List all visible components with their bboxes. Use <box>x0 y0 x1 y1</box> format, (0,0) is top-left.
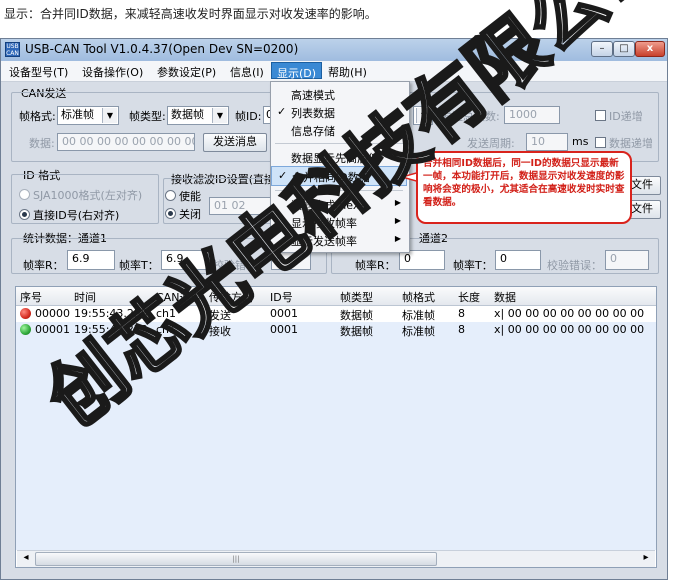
filter-close-radio[interactable] <box>165 208 176 219</box>
send-data-input[interactable]: 00 00 00 00 00 00 00 00 <box>57 133 195 151</box>
stats1-rate-r-value: 6.9 <box>67 250 115 270</box>
sja1000-format-label: SJA1000格式(左对齐) <box>33 189 143 202</box>
send-period-unit: ms <box>572 135 589 148</box>
menu-display[interactable]: 显示(D) <box>271 62 323 80</box>
cell-frame-format: 标准帧 <box>402 309 435 322</box>
id-increment-label: ID递增 <box>609 110 643 123</box>
cell-frame-format: 标准帧 <box>402 325 435 338</box>
send-period-input[interactable]: 10 <box>526 133 568 151</box>
stats1-rate-r-label: 帧率R： <box>23 259 64 272</box>
stats2-rate-t-label: 帧率T： <box>453 259 493 272</box>
col-length[interactable]: 长度 <box>458 289 480 305</box>
maximize-button[interactable]: □ <box>613 41 635 57</box>
direct-id-label: 直接ID号(右对齐) <box>33 209 120 222</box>
menu-params[interactable]: 参数设定(P) <box>157 64 216 80</box>
menu-option-label: 高速模式 <box>291 89 335 102</box>
filter-enable-label: 使能 <box>179 190 201 203</box>
direct-id-radio[interactable] <box>19 209 30 220</box>
cell-id: 0001 <box>270 323 298 336</box>
window-title: USB-CAN Tool V1.0.4.37(Open Dev SN=0200) <box>25 42 299 56</box>
stats2-rate-r-value: 0 <box>399 250 445 270</box>
scroll-left-icon[interactable]: ◂ <box>19 552 33 565</box>
menu-info[interactable]: 信息(I) <box>230 64 264 80</box>
check-icon: ✓ <box>277 105 287 118</box>
scroll-thumb[interactable]: ||| <box>35 552 437 566</box>
data-label: 数据: <box>29 137 55 150</box>
data-increment-label: 数据递增 <box>609 137 653 150</box>
frame-format-select[interactable]: 标准帧 ▼ <box>57 106 119 125</box>
scroll-right-icon[interactable]: ▸ <box>639 552 653 565</box>
sja1000-format-radio[interactable] <box>19 189 30 200</box>
receive-status-icon <box>20 324 31 335</box>
cell-data: x| 00 00 00 00 00 00 00 00 <box>494 307 645 320</box>
frame-type-select[interactable]: 数据帧 ▼ <box>167 106 229 125</box>
col-frame-type[interactable]: 帧类型 <box>340 289 373 305</box>
app-icon: USB CAN <box>5 42 20 57</box>
frame-format-value: 标准帧 <box>61 108 94 121</box>
cell-frame-type: 数据帧 <box>340 325 373 338</box>
col-data[interactable]: 数据 <box>494 289 516 305</box>
id-increment-checkbox[interactable] <box>595 110 606 121</box>
cell-length: 8 <box>458 307 465 320</box>
data-increment-checkbox[interactable] <box>595 137 606 148</box>
cell-length: 8 <box>458 323 465 336</box>
frame-id-label: 帧ID: <box>235 110 262 123</box>
menu-help[interactable]: 帮助(H) <box>328 64 367 80</box>
col-frame-format[interactable]: 帧格式 <box>402 289 435 305</box>
send-status-icon <box>20 308 31 319</box>
frame-type-label: 帧类型: <box>129 110 166 123</box>
stats2-rate-r-label: 帧率R： <box>355 259 396 272</box>
menu-device-ops[interactable]: 设备操作(O) <box>82 64 143 80</box>
frame-format-label: 帧格式: <box>19 110 56 123</box>
chevron-down-icon: ▼ <box>212 108 227 123</box>
cell-data: x| 00 00 00 00 00 00 00 00 <box>494 323 645 336</box>
stats2-rate-t-value: 0 <box>495 250 541 270</box>
submenu-arrow-icon: ▶ <box>394 216 401 225</box>
horizontal-scrollbar[interactable]: ◂ ||| ▸ <box>17 550 655 567</box>
page-caption: 显示：合并同ID数据，来减轻高速收发时界面显示对收发速率的影响。 <box>4 7 377 21</box>
cell-frame-type: 数据帧 <box>340 309 373 322</box>
close-button[interactable]: x <box>635 41 665 57</box>
col-seq[interactable]: 序号 <box>20 289 42 305</box>
stats2-error-label: 校验错误： <box>547 259 602 272</box>
stats2-error-value: 0 <box>605 250 649 270</box>
frame-type-value: 数据帧 <box>171 108 204 121</box>
filter-enable-radio[interactable] <box>165 190 176 201</box>
cell-seq: 00000 <box>35 307 70 320</box>
chevron-down-icon: ▼ <box>102 108 117 123</box>
menu-device-model[interactable]: 设备型号(T) <box>9 64 68 80</box>
cell-id: 0001 <box>270 307 298 320</box>
send-message-button[interactable]: 发送消息 <box>203 133 267 152</box>
submenu-arrow-icon: ▶ <box>394 234 401 243</box>
